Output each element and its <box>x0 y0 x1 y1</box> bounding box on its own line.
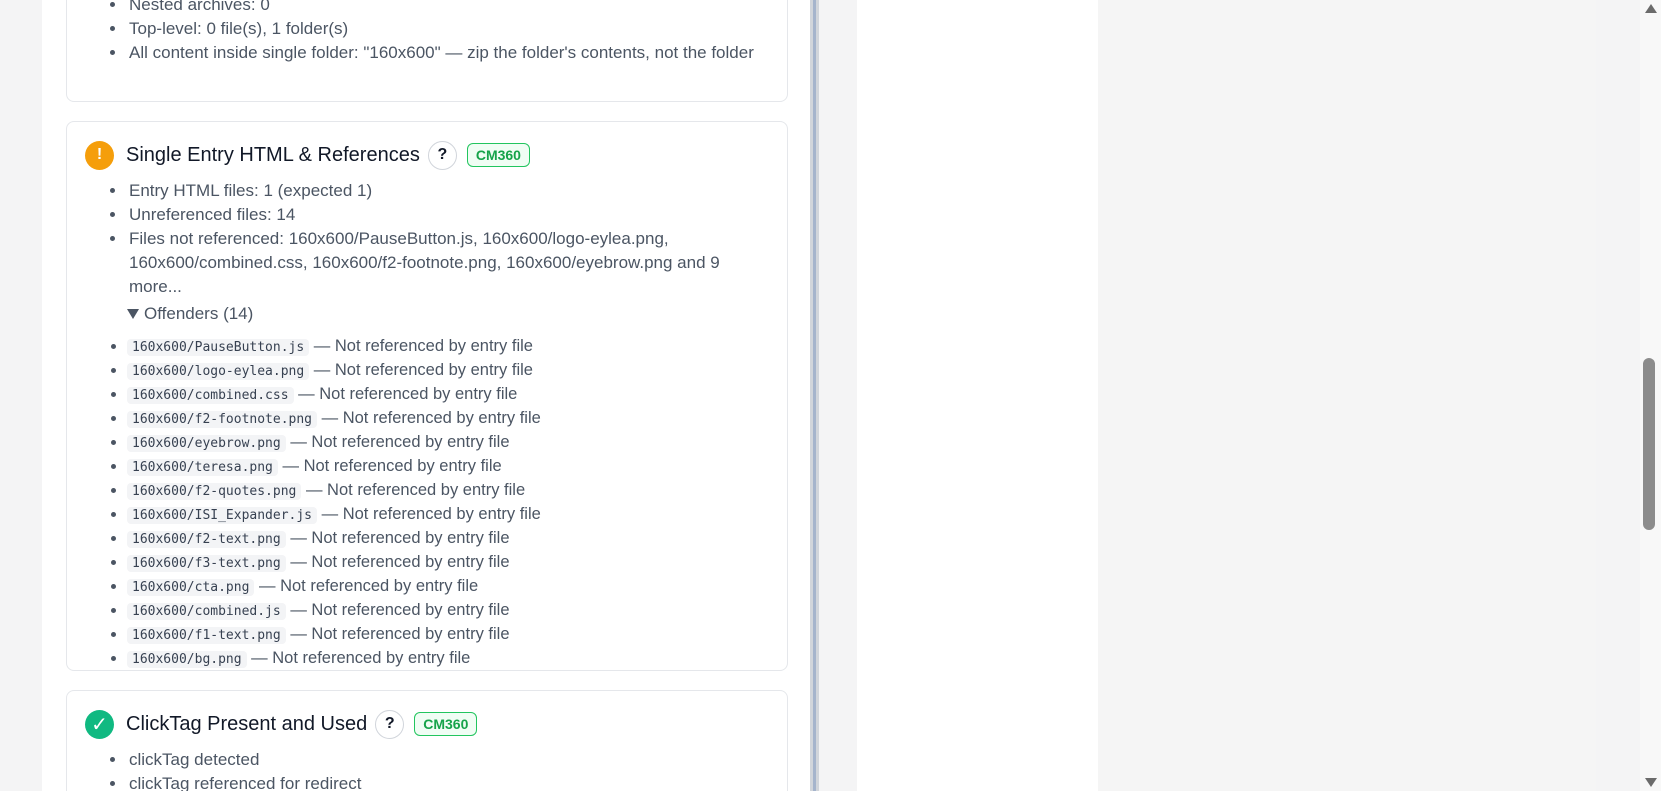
offenders-toggle[interactable]: Offenders (14) <box>127 304 253 324</box>
vertical-scrollbar[interactable] <box>1640 0 1661 791</box>
offender-reason: — Not referenced by entry file <box>259 577 479 595</box>
offenders-toggle-label: Offenders (14) <box>144 304 254 323</box>
offender-item: 160x600/teresa.png — Not referenced by e… <box>127 455 767 479</box>
offender-reason: — Not referenced by entry file <box>290 601 510 619</box>
offender-file-path: 160x600/eyebrow.png <box>127 435 286 452</box>
scroll-up-arrow-icon[interactable] <box>1645 4 1657 13</box>
offender-item: 160x600/PauseButton.js — Not referenced … <box>127 335 767 359</box>
card-title: ClickTag Present and Used <box>126 712 368 735</box>
single-entry-card: ! Single Entry HTML & References ? CM360… <box>66 121 788 671</box>
platform-badge: CM360 <box>414 712 478 736</box>
offender-file-path: 160x600/PauseButton.js <box>127 339 310 356</box>
panel-resize-handle[interactable] <box>810 0 819 791</box>
list-item: All content inside single folder: "160x6… <box>127 41 767 65</box>
offender-file-path: 160x600/f3-text.png <box>127 555 286 572</box>
results-panel: Nested archives: 0 Top-level: 0 file(s),… <box>42 0 810 791</box>
help-button[interactable]: ? <box>427 140 457 170</box>
offender-reason: — Not referenced by entry file <box>298 385 518 403</box>
triangle-down-icon <box>127 309 139 319</box>
offender-file-path: 160x600/logo-eylea.png <box>127 363 310 380</box>
archive-structure-card: Nested archives: 0 Top-level: 0 file(s),… <box>66 0 788 102</box>
offender-reason: — Not referenced by entry file <box>282 457 502 475</box>
help-button[interactable]: ? <box>375 709 405 739</box>
offender-file-path: 160x600/ISI_Expander.js <box>127 507 318 524</box>
check-details-list: Entry HTML files: 1 (expected 1) Unrefer… <box>127 179 767 299</box>
offender-item: 160x600/bg.png — Not referenced by entry… <box>127 647 767 671</box>
resize-handle-line <box>813 0 816 791</box>
scrollbar-thumb[interactable] <box>1643 358 1655 530</box>
offender-reason: — Not referenced by entry file <box>321 505 541 523</box>
list-item: Entry HTML files: 1 (expected 1) <box>127 179 767 203</box>
offender-file-path: 160x600/f1-text.png <box>127 627 286 644</box>
offender-reason: — Not referenced by entry file <box>290 433 510 451</box>
offender-item: 160x600/f2-quotes.png — Not referenced b… <box>127 479 767 503</box>
offender-item: 160x600/eyebrow.png — Not referenced by … <box>127 431 767 455</box>
offender-reason: — Not referenced by entry file <box>305 481 526 499</box>
list-item: Nested archives: 0 <box>127 0 767 17</box>
offender-item: 160x600/f2-text.png — Not referenced by … <box>127 527 767 551</box>
list-item: Unreferenced files: 14 <box>127 203 767 227</box>
offender-reason: — Not referenced by entry file <box>290 529 510 547</box>
archive-structure-list: Nested archives: 0 Top-level: 0 file(s),… <box>127 0 767 65</box>
offender-item: 160x600/combined.css — Not referenced by… <box>127 383 767 407</box>
offender-file-path: 160x600/f2-footnote.png <box>127 411 318 428</box>
offender-file-path: 160x600/bg.png <box>127 651 247 668</box>
check-details-list: clickTag detected clickTag referenced fo… <box>127 748 767 791</box>
warning-icon: ! <box>85 140 114 170</box>
check-icon: ✓ <box>85 709 114 739</box>
clicktag-card: ✓ ClickTag Present and Used ? CM360 clic… <box>66 690 788 791</box>
list-item: Files not referenced: 160x600/PauseButto… <box>127 227 767 299</box>
offender-reason: — Not referenced by entry file <box>251 649 471 667</box>
list-item: clickTag detected <box>127 748 767 772</box>
offender-reason: — Not referenced by entry file <box>321 409 541 427</box>
preview-background <box>1098 0 1596 791</box>
offender-file-path: 160x600/f2-quotes.png <box>127 483 302 500</box>
offender-item: 160x600/f2-footnote.png — Not referenced… <box>127 407 767 431</box>
card-header: ! Single Entry HTML & References ? CM360 <box>85 140 530 170</box>
offender-file-path: 160x600/combined.js <box>127 603 286 620</box>
card-header: ✓ ClickTag Present and Used ? CM360 <box>85 709 478 739</box>
offenders-list: 160x600/PauseButton.js — Not referenced … <box>127 335 767 671</box>
list-item: Top-level: 0 file(s), 1 folder(s) <box>127 17 767 41</box>
offender-file-path: 160x600/f2-text.png <box>127 531 286 548</box>
offender-reason: — Not referenced by entry file <box>290 553 510 571</box>
offender-item: 160x600/cta.png — Not referenced by entr… <box>127 575 767 599</box>
offender-reason: — Not referenced by entry file <box>290 625 510 643</box>
offender-reason: — Not referenced by entry file <box>313 361 533 379</box>
offender-file-path: 160x600/combined.css <box>127 387 294 404</box>
offender-item: 160x600/f3-text.png — Not referenced by … <box>127 551 767 575</box>
offender-item: 160x600/ISI_Expander.js — Not referenced… <box>127 503 767 527</box>
preview-panel <box>857 0 1098 791</box>
offender-item: 160x600/combined.js — Not referenced by … <box>127 599 767 623</box>
scroll-down-arrow-icon[interactable] <box>1645 778 1657 787</box>
card-title: Single Entry HTML & References <box>126 143 420 166</box>
offender-file-path: 160x600/teresa.png <box>127 459 278 476</box>
offender-item: 160x600/logo-eylea.png — Not referenced … <box>127 359 767 383</box>
offender-file-path: 160x600/cta.png <box>127 579 255 596</box>
platform-badge: CM360 <box>466 143 530 167</box>
list-item: clickTag referenced for redirect <box>127 772 767 791</box>
offender-item: 160x600/f1-text.png — Not referenced by … <box>127 623 767 647</box>
offender-reason: — Not referenced by entry file <box>313 337 533 355</box>
